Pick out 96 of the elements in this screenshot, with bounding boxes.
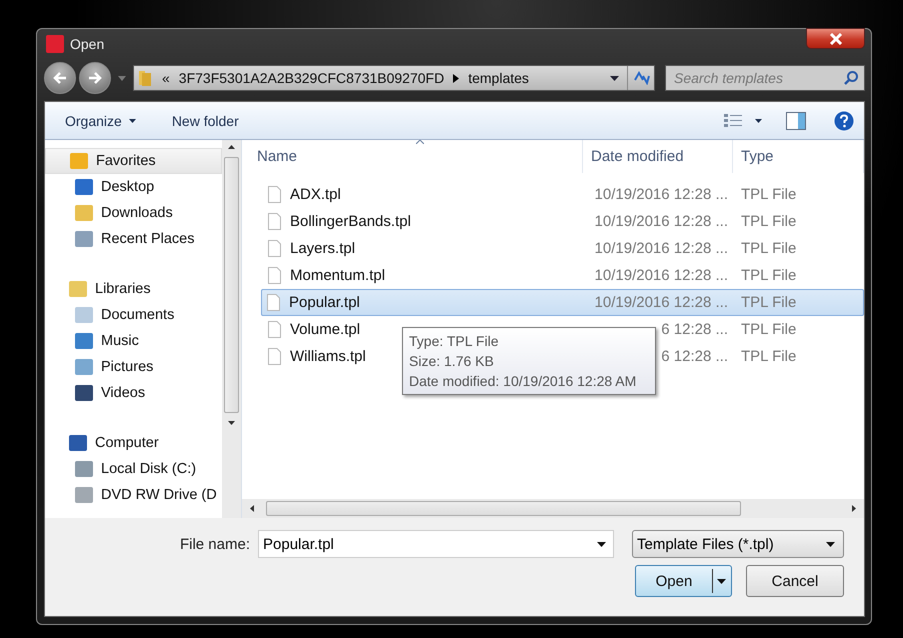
sidebar-item[interactable]: Computer — [45, 430, 222, 456]
preview-pane-icon[interactable] — [786, 112, 806, 130]
open-button[interactable]: Open — [635, 565, 732, 597]
date-text: 10/19/2016 12:28 ... — [594, 267, 728, 284]
search-field[interactable]: Search templates — [665, 65, 865, 91]
sidebar-label: Desktop — [101, 179, 154, 195]
sidebar-label: Downloads — [101, 205, 173, 221]
date-text: 10/19/2016 12:28 ... — [594, 213, 728, 230]
sidebar-label: Videos — [101, 385, 146, 401]
file-icon — [268, 213, 281, 230]
type-text: TPL File — [741, 267, 796, 284]
sidebar-label: DVD RW Drive (D — [101, 487, 217, 503]
date-text: 10/19/2016 12:28 ... — [594, 240, 728, 257]
type-text: TPL File — [741, 240, 796, 257]
sidebar-item[interactable]: Music — [45, 328, 222, 354]
scroll-right-icon[interactable] — [852, 505, 856, 512]
file-icon — [268, 267, 281, 284]
file-name[interactable]: BollingerBands.tpl — [290, 213, 411, 230]
sidebar-item[interactable]: Recent Places — [45, 226, 222, 252]
arrow-right-icon — [87, 71, 103, 85]
breadcrumb[interactable]: 3F73F5301A2A2B329CFC8731B09270FD — [178, 70, 444, 86]
caret-icon[interactable] — [610, 76, 619, 80]
caret-icon[interactable] — [717, 578, 726, 584]
search-icon — [843, 70, 859, 86]
column-header[interactable]: Name — [242, 140, 583, 173]
file-icon — [268, 240, 281, 257]
sidebar-item[interactable]: Pictures — [45, 354, 222, 380]
scroll-left-icon[interactable] — [250, 505, 254, 512]
forward-button[interactable] — [79, 62, 111, 94]
column-header[interactable]: Type — [733, 140, 864, 173]
toolbar-button[interactable]: New folder — [164, 108, 247, 132]
date-text: 10/19/2016 12:28 ... — [594, 294, 728, 311]
app-icon — [46, 35, 64, 53]
file-name[interactable]: Williams.tpl — [290, 348, 366, 365]
sidebar-label: Music — [101, 333, 139, 349]
caret-icon — [826, 542, 835, 546]
breadcrumb[interactable]: templates — [468, 70, 529, 86]
window-title: Open — [70, 36, 104, 52]
toolbar-button[interactable]: Organize — [57, 108, 144, 132]
button-label: Open — [654, 572, 694, 590]
column-header[interactable]: Date modified — [583, 140, 733, 173]
sidebar-item[interactable]: Desktop — [45, 174, 222, 200]
arrow-left-icon — [52, 71, 68, 85]
caret-icon — [128, 118, 136, 122]
caret-icon[interactable] — [597, 542, 606, 547]
file-icon — [268, 321, 281, 338]
type-text: TPL File — [741, 213, 796, 230]
file-name[interactable]: Volume.tpl — [290, 321, 360, 338]
tooltip-line: Type: TPL File — [409, 332, 500, 351]
sidebar-item[interactable]: DVD RW Drive (D — [45, 482, 222, 508]
date-text: 6 12:28 ... — [661, 321, 728, 338]
close-button[interactable] — [806, 28, 865, 49]
help-icon[interactable] — [834, 110, 854, 130]
file-name[interactable]: Momentum.tpl — [290, 267, 386, 284]
type-text: TPL File — [741, 348, 796, 365]
file-type-dropdown[interactable]: Template Files (*.tpl) — [632, 530, 844, 558]
file-name[interactable]: Popular.tpl — [289, 294, 360, 311]
file-icon — [268, 186, 281, 203]
type-text: TPL File — [741, 186, 796, 203]
field-label: File name: — [180, 536, 250, 552]
sidebar-item[interactable]: Videos — [45, 380, 222, 406]
tooltip-line: Size: 1.76 KB — [409, 352, 495, 371]
sidebar-item[interactable]: Downloads — [45, 200, 222, 226]
date-text: 10/19/2016 12:28 ... — [594, 186, 728, 203]
type-text: TPL File — [741, 294, 796, 311]
close-icon — [828, 32, 842, 44]
file-name[interactable]: ADX.tpl — [290, 186, 341, 203]
sidebar-item[interactable]: Local Disk (C:) — [45, 456, 222, 482]
file-name[interactable]: Layers.tpl — [290, 240, 356, 257]
file-icon — [267, 294, 280, 311]
sidebar-label: Favorites — [96, 153, 156, 169]
sidebar-label: Computer — [95, 435, 159, 451]
type-text: TPL File — [741, 321, 796, 338]
sidebar-label: Documents — [101, 307, 174, 323]
tooltip-line: Date modified: 10/19/2016 12:28 AM — [409, 372, 638, 391]
scroll-down-icon[interactable] — [228, 421, 235, 425]
file-name-field[interactable]: Popular.tpl — [258, 530, 614, 558]
scroll-up-icon[interactable] — [228, 145, 235, 149]
scrollbar[interactable] — [222, 140, 241, 518]
separator-icon[interactable] — [453, 74, 460, 82]
cancel-button[interactable]: Cancel — [746, 565, 844, 597]
overflow-chevron[interactable]: « — [162, 70, 170, 86]
sidebar-item[interactable]: Favorites — [45, 148, 222, 174]
sidebar-label: Local Disk (C:) — [101, 461, 196, 477]
file-icon — [268, 348, 281, 365]
sidebar-label: Libraries — [95, 281, 151, 297]
back-button[interactable] — [44, 62, 76, 94]
caret-icon[interactable] — [755, 118, 762, 122]
view-list-icon[interactable] — [723, 112, 743, 128]
sidebar-item[interactable]: Libraries — [45, 276, 222, 302]
address-bar[interactable]: « 3F73F5301A2A2B329CFC8731B09270FD templates — [133, 65, 655, 91]
sidebar-item[interactable]: Documents — [45, 302, 222, 328]
sidebar-label: Pictures — [101, 359, 154, 375]
date-text: 6 12:28 ... — [661, 348, 728, 365]
sidebar-label: Recent Places — [101, 231, 194, 247]
scrollbar[interactable] — [242, 499, 864, 518]
